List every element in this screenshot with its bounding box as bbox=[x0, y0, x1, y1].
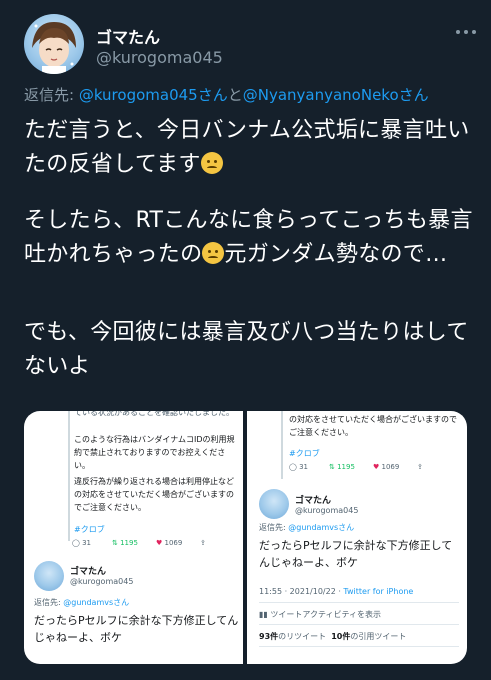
hashtag-link[interactable]: #クロブ bbox=[289, 448, 320, 459]
tweet-actions: ◯ 31 ⇅ 1195 ♥ 1069 ⇪ bbox=[72, 539, 232, 547]
display-name: ゴマたん bbox=[70, 567, 107, 577]
tweet-actions: ◯ 31 ⇅ 1195 ♥ 1069 ⇪ bbox=[289, 463, 459, 471]
notice-text: の対応をさせていただく場合がございますのでご注意ください。 bbox=[289, 415, 457, 437]
activity-icon: ▮▮ bbox=[259, 610, 271, 619]
avatar[interactable] bbox=[34, 561, 64, 591]
media-grid: ている状況があることを確認いたしました。 このような行為はバンダイナムコIDの利… bbox=[24, 411, 467, 664]
tweet-paragraph-1: ただ言うと、今日バンナム公式垢に暴言吐いたの反省してます bbox=[24, 114, 474, 182]
crying-face-icon bbox=[202, 242, 225, 264]
tweet-paragraph-2: そしたら、RTこんなに食らってこっちも暴言吐かれちゃったの 元ガンダム勢なので… bbox=[24, 204, 474, 272]
disappointed-face-icon bbox=[200, 152, 223, 174]
like-action[interactable]: ♥ 1069 bbox=[156, 539, 200, 547]
reply-mention-1[interactable]: @kurogoma045さん bbox=[79, 86, 228, 104]
retweet-action[interactable]: ⇅ 1195 bbox=[329, 463, 373, 471]
tweet-text: だったらPセルフに余計な下方修正してんじゃねーよ、ボケ bbox=[259, 539, 453, 569]
retweet-action[interactable]: ⇅ 1195 bbox=[112, 539, 156, 547]
divider bbox=[259, 624, 459, 625]
divider bbox=[259, 646, 459, 647]
avatar[interactable] bbox=[259, 489, 289, 519]
thread-line bbox=[281, 411, 283, 479]
tweet-paragraph-3: でも、今回彼には暴言及び八つ当たりはしてないよ bbox=[24, 320, 469, 379]
reply-prefix: 返信先: bbox=[24, 86, 79, 104]
avatar[interactable] bbox=[24, 14, 84, 74]
more-options-icon[interactable] bbox=[454, 22, 478, 42]
user-handle[interactable]: @kurogoma045 bbox=[96, 48, 223, 67]
tweet-text-2b: 元ガンダム勢なので… bbox=[224, 242, 448, 267]
media-image-right[interactable]: の対応をさせていただく場合がございますのでご注意ください。 #クロブ ◯ 31 … bbox=[247, 411, 467, 664]
media-image-left[interactable]: ている状況があることを確認いたしました。 このような行為はバンダイナムコIDの利… bbox=[24, 411, 243, 664]
reply-join: と bbox=[227, 86, 243, 104]
display-name: ゴマたん bbox=[295, 496, 332, 506]
tweet-stats: 93件のリツイート 10件の引用ツイート bbox=[259, 632, 407, 641]
partial-text: ている状況があることを確認いたしました。 bbox=[74, 411, 234, 417]
notice-paragraph-2: 違反行為が繰り返される場合は利用停止などの対応をさせていただく場合がございますの… bbox=[74, 477, 234, 512]
user-handle: @kurogoma045 bbox=[295, 506, 359, 515]
tweet-header: ゴマたん @kurogoma045 bbox=[24, 14, 476, 78]
tweet-text: だったらPセルフに余計な下方修正してんじゃねーよ、ボケ bbox=[34, 614, 239, 644]
reply-context: 返信先: @gundamvsさん bbox=[259, 523, 355, 532]
hashtag-link[interactable]: #クロブ bbox=[74, 524, 105, 535]
reply-action[interactable]: ◯ 31 bbox=[289, 463, 329, 471]
share-icon[interactable]: ⇪ bbox=[200, 539, 220, 547]
user-handle: @kurogoma045 bbox=[70, 577, 134, 586]
divider bbox=[259, 602, 459, 603]
thread-line bbox=[68, 411, 70, 541]
tweet-timestamp: 11:55 · 2021/10/22 · Twitter for iPhone bbox=[259, 587, 414, 596]
tweet-text-1: ただ言うと、今日バンナム公式垢に暴言吐いたの反省してます bbox=[24, 118, 470, 177]
reply-action[interactable]: ◯ 31 bbox=[72, 539, 112, 547]
reply-context: 返信先: @kurogoma045さんと@NyanyanyanoNekoさん bbox=[24, 84, 429, 105]
reply-context: 返信先: @gundamvsさん bbox=[34, 598, 130, 607]
reply-mention-2[interactable]: @NyanyanyanoNekoさん bbox=[243, 86, 429, 104]
notice-paragraph-1: このような行為はバンダイナムコIDの利用規約で禁止されておりますのでお控えくださ… bbox=[74, 435, 235, 470]
like-action[interactable]: ♥ 1069 bbox=[373, 463, 417, 471]
tweet-activity-link[interactable]: ▮▮ ツイートアクティビティを表示 bbox=[259, 609, 381, 620]
display-name[interactable]: ゴマたん bbox=[96, 24, 160, 48]
share-icon[interactable]: ⇪ bbox=[417, 463, 437, 471]
